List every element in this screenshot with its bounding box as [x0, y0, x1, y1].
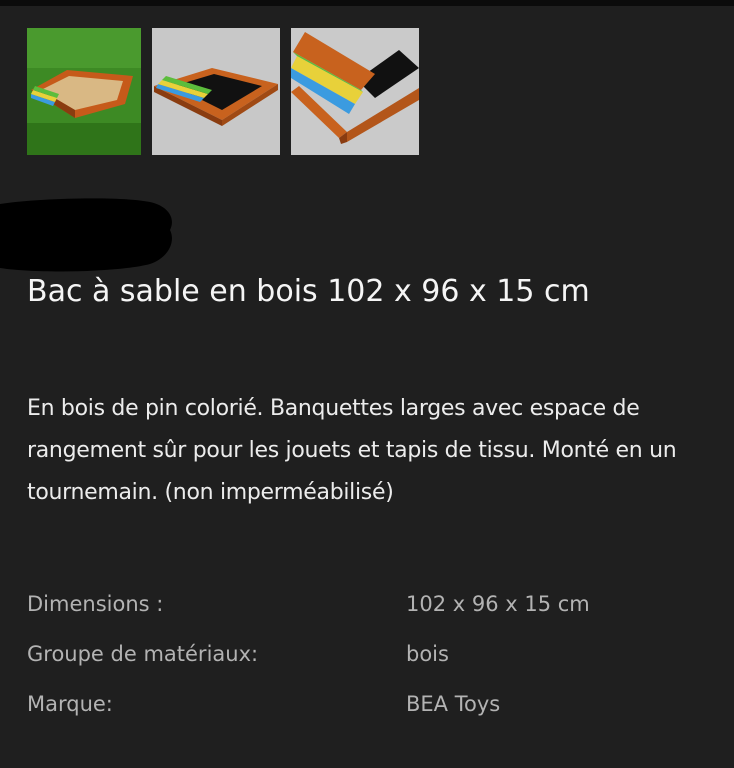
top-bar — [0, 0, 734, 6]
redaction-mark — [0, 198, 172, 272]
spec-label: Marque: — [27, 692, 113, 716]
spec-row-brand: Marque: BEA Toys — [27, 685, 707, 735]
spec-value: 102 x 96 x 15 cm — [406, 592, 590, 616]
thumbnail-sandbox-open[interactable] — [152, 28, 280, 155]
spec-label: Groupe de matériaux: — [27, 642, 259, 666]
sandbox-bench-closeup-photo-icon — [291, 28, 419, 155]
spec-value: bois — [406, 642, 449, 666]
product-title: Bac à sable en bois 102 x 96 x 15 cm — [27, 274, 590, 309]
sandbox-open-photo-icon — [152, 28, 280, 155]
sandbox-on-grass-photo-icon — [27, 28, 141, 155]
specs-table: Dimensions : 102 x 96 x 15 cm Groupe de … — [27, 585, 707, 735]
spec-row-material: Groupe de matériaux: bois — [27, 635, 707, 685]
spec-value: BEA Toys — [406, 692, 501, 716]
spec-row-dimensions: Dimensions : 102 x 96 x 15 cm — [27, 585, 707, 635]
product-description: En bois de pin colorié. Banquettes large… — [27, 396, 677, 505]
thumbnail-sandbox-bench[interactable] — [291, 28, 419, 155]
spec-label: Dimensions : — [27, 592, 164, 616]
image-gallery — [27, 28, 419, 155]
thumbnail-sandbox-grass[interactable] — [27, 28, 141, 155]
